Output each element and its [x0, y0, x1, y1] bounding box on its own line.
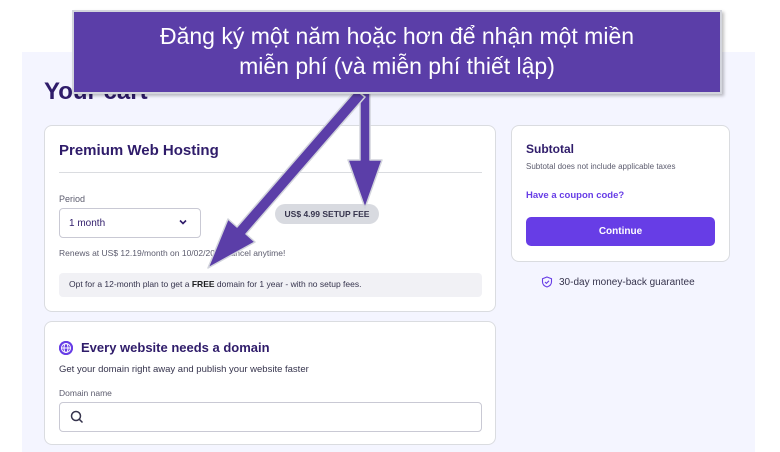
period-value: 1 month	[69, 218, 106, 229]
promo-banner: Opt for a 12-month plan to get a FREE do…	[59, 273, 482, 297]
continue-button[interactable]: Continue	[526, 217, 715, 246]
product-title: Premium Web Hosting	[59, 142, 219, 159]
subtotal-card: Subtotal Subtotal does not include appli…	[511, 125, 730, 262]
domain-heading-text: Every website needs a domain	[81, 340, 270, 355]
domain-field-label: Domain name	[59, 388, 112, 398]
chevron-down-icon	[178, 217, 188, 230]
search-icon	[68, 408, 86, 426]
coupon-link[interactable]: Have a coupon code?	[526, 190, 624, 201]
period-label: Period	[59, 194, 86, 204]
domain-card: Every website needs a domain Get your do…	[44, 321, 496, 445]
setup-fee-badge: US$ 4.99 SETUP FEE	[275, 204, 379, 224]
shield-check-icon	[541, 276, 553, 288]
domain-heading: Every website needs a domain	[59, 340, 270, 355]
money-back-guarantee: 30-day money-back guarantee	[541, 276, 695, 288]
annotation-callout: Đăng ký một năm hoặc hơn để nhận một miề…	[72, 10, 722, 94]
renewal-note: Renews at US$ 12.19/month on 10/02/20...…	[59, 248, 286, 258]
callout-line-1: Đăng ký một năm hoặc hơn để nhận một miề…	[159, 23, 635, 49]
promo-bold: FREE	[191, 279, 215, 289]
promo-prefix: Opt for a 12-month plan to get a	[69, 279, 192, 289]
subtotal-title: Subtotal	[526, 142, 574, 156]
globe-icon	[59, 340, 73, 355]
callout-line-2: miễn phí (và miễn phí thiết lập)	[239, 53, 555, 79]
domain-search-input[interactable]	[59, 402, 482, 432]
promo-suffix: domain for 1 year - with no setup fees.	[214, 279, 362, 289]
hosting-card: Premium Web Hosting Period 1 month US$ 4…	[44, 125, 496, 312]
guarantee-text: 30-day money-back guarantee	[559, 276, 695, 288]
subtotal-note: Subtotal does not include applicable tax…	[526, 162, 676, 171]
period-select[interactable]: 1 month	[59, 208, 201, 238]
domain-subheading: Get your domain right away and publish y…	[59, 364, 309, 375]
divider	[59, 172, 482, 173]
